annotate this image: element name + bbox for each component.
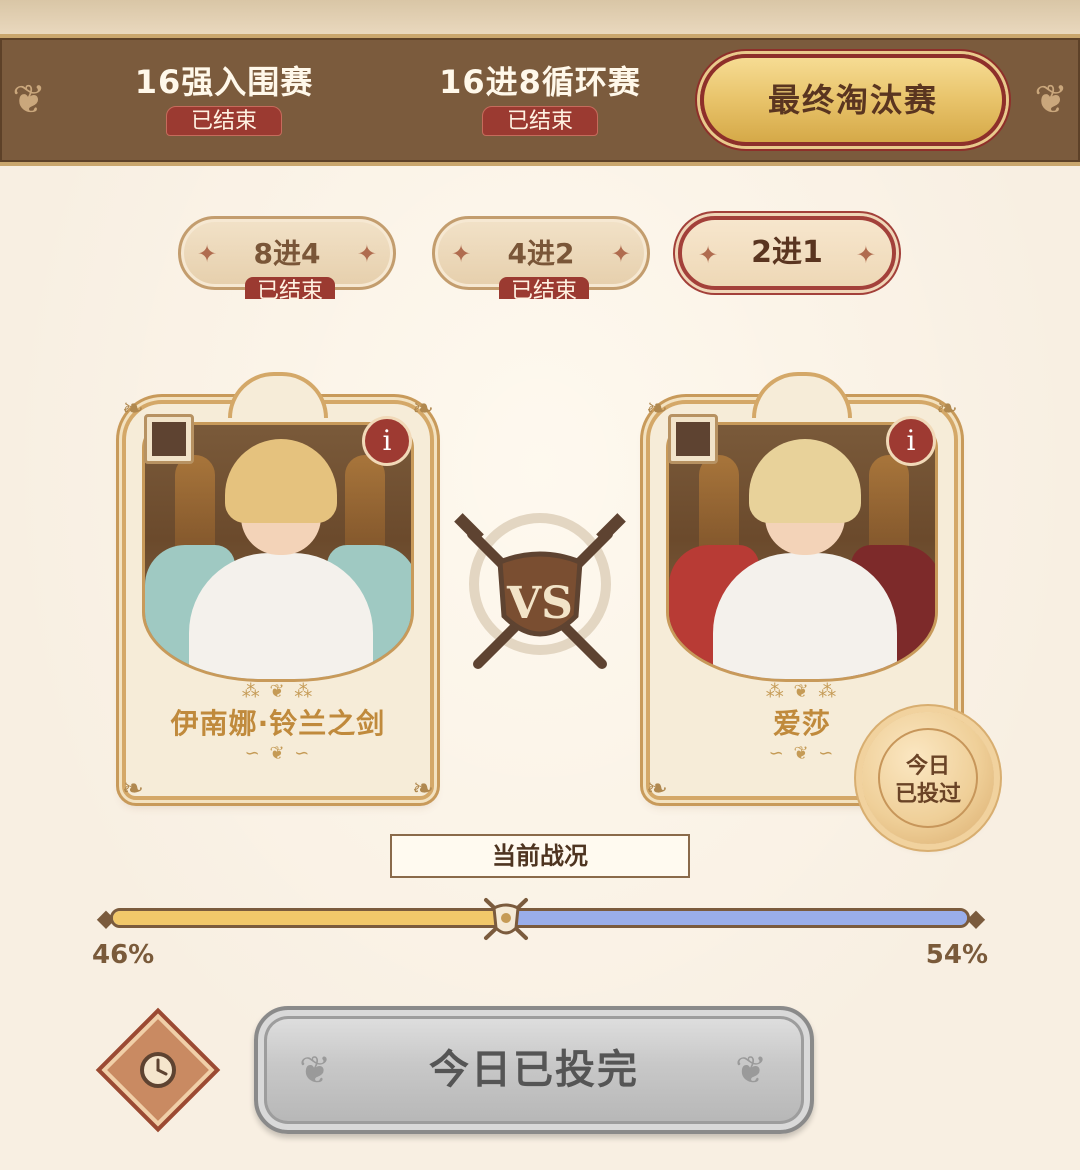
left-vote-percent: 46% [92,940,155,970]
ornament-icon: ❧ [646,774,668,804]
round-tab-semifinal[interactable]: ✦ 4进2 ✦ 已结束 [432,216,650,299]
round-tab-final[interactable]: ✦ 2进1 ✦ [678,216,896,290]
progress-marker-icon [483,898,528,940]
stage-status-badge: 已结束 [165,106,282,136]
vs-emblem-icon: VS [454,513,626,669]
top-backdrop [0,0,1080,36]
right-vote-percent: 54% [925,940,988,970]
stage-tab-final[interactable]: 最终淘汰赛 [700,54,1006,146]
ornament-icon: ❧ [412,774,434,804]
ornament-icon: ⁂ ❦ ⁂ [241,681,315,702]
ornament-icon: ❧ [936,394,958,424]
portrait-hair [749,439,861,523]
clock-icon [140,1052,176,1088]
bar-end-ornament-icon: ◆ [966,904,986,932]
ornament-icon: ⁂ ❦ ⁂ [765,681,839,702]
battle-status-title: 当前战况 [390,834,690,878]
info-icon[interactable]: i [886,416,936,466]
right-vote-fill [505,911,967,925]
vs-label: VS [506,578,573,629]
round-status-text: 已结束 [499,277,589,299]
round-tab-quarterfinal[interactable]: ✦ 8进4 ✦ 已结束 [178,216,396,299]
hero-chip-icon [144,414,194,464]
hero-chip-icon [668,414,718,464]
ornament-icon: ✦ [855,241,876,269]
ornament-icon: ❦ [735,1048,769,1092]
ornament-icon: ❦ [299,1048,333,1092]
ornament-icon: ❦ [12,77,46,123]
round-status-text: 已结束 [245,277,335,299]
portrait-body [189,553,373,679]
stage-tab-qualifier[interactable]: 16强入围赛 已结束 [94,60,354,136]
ornament-icon: ❧ [412,394,434,424]
hero-name: 伊南娜·铃兰之剑 [170,707,386,740]
ornament-icon: ❦ [1034,77,1068,123]
vote-progress-bar [110,908,970,928]
round-status-badge: 已结束 [499,277,589,299]
ornament-icon: ✦ [610,240,631,268]
ornament-icon: ∽ ❦ ∽ [768,743,836,764]
stage-status-badge: 已结束 [481,106,598,136]
voted-today-seal: 今日 已投过 [862,712,994,844]
hero-card-left[interactable]: ❧ ❧ ❧ ❧ i ⁂ ❦ ⁂ 伊南娜·铃兰之剑 ∽ ❦ ∽ [122,372,434,812]
seal-line2: 已投过 [894,782,961,807]
card-crest [752,372,852,418]
stage-tab-round-robin[interactable]: 16进8循环赛 已结束 [410,60,670,136]
ornament-icon: ✦ [197,240,218,268]
card-crest [228,372,328,418]
portrait-hair [225,439,337,523]
stage-bar: ❦ ❦ 16强入围赛 已结束 16进8循环赛 已结束 最终淘汰赛 [0,34,1080,166]
ornament-icon: ✦ [356,240,377,268]
info-icon[interactable]: i [362,416,412,466]
portrait-body [713,553,897,679]
round-status-badge: 已结束 [245,277,335,299]
ornament-icon: ∽ ❦ ∽ [244,743,312,764]
stage-title: 16进8循环赛 [439,63,641,101]
ornament-icon: ✦ [451,240,472,268]
vote-button-label: 今日已投完 [429,1047,639,1093]
ornament-icon: ❧ [122,774,144,804]
vote-button[interactable]: ❦ 今日已投完 ❦ [254,1006,814,1134]
ornament-icon: ✦ [698,241,719,269]
stage-title: 16强入围赛 [134,63,314,101]
left-vote-fill [113,911,506,925]
